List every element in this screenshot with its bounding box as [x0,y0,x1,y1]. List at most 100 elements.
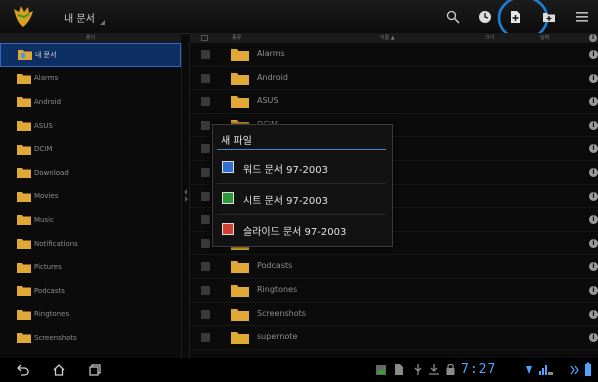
row-checkbox[interactable] [201,97,210,107]
row-checkbox[interactable] [201,191,210,201]
word-doc-icon [222,161,234,173]
row-name: Screenshots [257,308,306,318]
new-file-option-label: 시트 문서 97-2003 [243,196,328,207]
lock-icon[interactable] [445,362,456,376]
page-title[interactable]: 내 문서 [64,10,95,25]
sidebar-item-label: Android [34,97,62,106]
sidebar-item-label: 내 문서 [35,50,57,59]
sidebar-item[interactable]: Podcasts [0,279,181,303]
list-item[interactable]: Screenshots i [190,303,598,327]
gallery-notification-icon[interactable] [375,364,387,376]
size-column-header[interactable]: 크기 [485,33,494,43]
row-checkbox[interactable] [201,333,210,343]
slide-doc-icon [222,223,234,235]
info-icon[interactable]: i [589,50,598,59]
sidebar-item[interactable]: Screenshots [0,326,181,350]
info-icon[interactable]: i [589,73,598,83]
recent-apps-icon[interactable] [88,363,102,377]
expand-arrows-icon[interactable] [570,364,580,376]
pane-splitter[interactable] [181,43,190,358]
menu-button[interactable] [570,5,594,29]
sidebar-item[interactable]: Ringtones [0,303,181,327]
splitter-arrows-icon [184,189,188,202]
row-checkbox[interactable] [201,215,210,225]
row-checkbox[interactable] [201,309,210,319]
row-checkbox[interactable] [201,144,210,154]
info-icon[interactable]: i [589,97,598,107]
app-icon[interactable] [10,3,36,29]
row-checkbox[interactable] [201,286,210,295]
home-icon[interactable] [52,363,66,377]
sidebar-item[interactable]: Movies [0,185,181,209]
row-checkbox[interactable] [201,168,210,177]
new-folder-button[interactable] [537,5,561,29]
list-item[interactable]: Podcasts i [190,255,598,279]
sidebar-item[interactable]: 내 문서 [0,43,181,67]
action-bar: 내 문서 [0,0,598,41]
sidebar-item[interactable]: Music [0,208,181,232]
info-icon[interactable]: i [589,238,598,248]
battery-icon[interactable] [584,362,592,377]
folder-icon [231,308,249,321]
folder-icon [17,191,31,202]
back-icon[interactable] [16,364,30,376]
folder-icon [17,97,31,108]
name-column-header[interactable]: 이름 ▲ [380,33,395,43]
row-checkbox[interactable] [201,262,210,272]
sidebar-header: 폴더 [0,33,181,43]
info-icon[interactable]: i [589,168,598,177]
list-item[interactable]: supernote i [190,326,598,350]
sidebar-item[interactable]: Pictures [0,255,181,279]
info-header-icon: i [589,34,597,42]
folder-icon [17,144,31,155]
list-item[interactable]: Alarms i [190,43,598,67]
list-item[interactable]: Ringtones i [190,279,598,303]
search-icon [446,10,460,24]
list-item[interactable]: ASUS i [190,90,598,114]
usb-icon[interactable] [412,363,424,376]
search-button[interactable] [441,5,465,29]
sidebar-item[interactable]: Notifications [0,232,181,256]
info-icon[interactable]: i [589,262,598,272]
info-icon[interactable]: i [589,309,598,319]
sidebar-item[interactable]: DCIM [0,137,181,161]
sidebar-item[interactable]: Android [0,90,181,114]
recent-button[interactable] [473,5,497,29]
info-icon[interactable]: i [589,144,598,154]
sidebar-item-label: Music [34,215,54,224]
type-column-header[interactable]: 종류 [232,33,241,43]
select-all-checkbox[interactable] [201,35,208,41]
sidebar-item-label: ASUS [34,121,53,130]
status-clock[interactable]: 7:27 [461,362,496,377]
info-icon[interactable]: i [589,120,598,130]
row-checkbox[interactable] [201,238,210,248]
signal-icon[interactable] [538,363,554,376]
date-column-header[interactable]: 날짜 [540,33,549,43]
new-file-option[interactable]: 워드 문서 97-2003 [213,152,392,183]
new-folder-icon [543,13,555,22]
row-checkbox[interactable] [201,73,210,83]
folder-icon [231,72,249,85]
folder-icon [17,121,31,132]
info-icon[interactable]: i [589,286,598,295]
row-checkbox[interactable] [201,50,210,59]
new-file-option[interactable]: 시트 문서 97-2003 [213,183,392,214]
sidebar-item-label: Movies [34,192,59,201]
row-checkbox[interactable] [201,120,210,130]
new-file-option[interactable]: 슬라이드 문서 97-2003 [213,214,392,245]
sidebar-item[interactable]: Download [0,161,181,185]
row-name: Alarms [257,49,285,58]
info-icon[interactable]: i [589,191,598,201]
sidebar-item[interactable]: ASUS [0,114,181,138]
dialog-title-divider [217,149,386,150]
list-item[interactable]: Android i [190,67,598,91]
info-icon[interactable]: i [589,333,598,343]
sidebar-item[interactable]: Alarms [0,67,181,91]
folder-icon [231,332,249,345]
wifi-icon[interactable] [524,363,534,376]
folder-icon [231,96,249,109]
dropdown-caret-icon [100,20,105,25]
info-icon[interactable]: i [589,215,598,225]
download-icon[interactable] [428,363,440,376]
file-notification-icon[interactable] [394,363,404,376]
